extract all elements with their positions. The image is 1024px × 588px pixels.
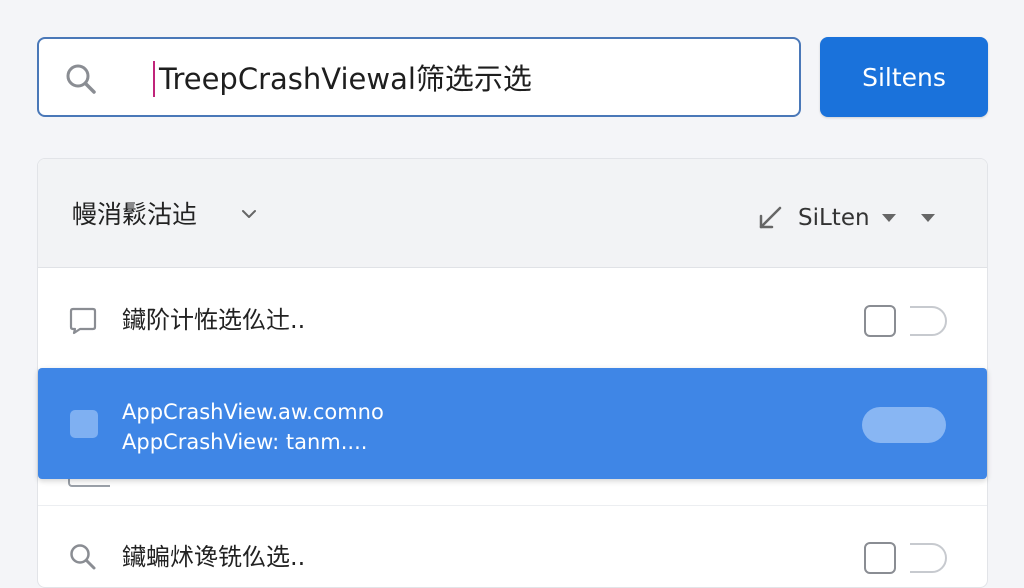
toggle-switch[interactable] bbox=[900, 542, 948, 574]
caret-down-icon[interactable] bbox=[881, 213, 897, 223]
sort-arrow-icon[interactable] bbox=[755, 203, 785, 233]
toggle-switch[interactable] bbox=[862, 407, 946, 443]
primary-action-button[interactable]: Siltens bbox=[820, 37, 988, 117]
toggle-switch[interactable] bbox=[900, 305, 948, 337]
list-item-label: 鑶蝙炢谗铣仫选.. bbox=[122, 543, 306, 571]
search-input[interactable]: TreepCrashViewal筛选示选 bbox=[37, 37, 801, 117]
row-peek-divider bbox=[68, 479, 110, 487]
row-checkbox[interactable] bbox=[864, 542, 896, 574]
caret-down-icon[interactable] bbox=[920, 213, 936, 223]
list-item-title: AppCrashView.aw.comno bbox=[122, 400, 384, 424]
search-icon bbox=[66, 64, 96, 94]
checkbox-icon[interactable] bbox=[68, 305, 98, 335]
sort-dropdown-label[interactable]: SiLten bbox=[798, 202, 870, 234]
chevron-down-icon[interactable] bbox=[240, 207, 258, 221]
checkbox-checked[interactable] bbox=[70, 410, 98, 438]
search-icon bbox=[70, 544, 96, 570]
list-item[interactable]: 鑶阶计恠选仫辻.. bbox=[38, 269, 987, 370]
list-item-subtitle: AppCrashView: tanm.... bbox=[122, 430, 368, 454]
list-header: 幔消鬏沽迠 SiLten bbox=[38, 159, 987, 268]
list-header-title[interactable]: 幔消鬏沽迠 bbox=[72, 199, 197, 231]
search-input-value: TreepCrashViewal筛选示选 bbox=[159, 62, 532, 96]
text-caret bbox=[153, 61, 155, 97]
list-item-selected[interactable]: AppCrashView.aw.comno AppCrashView: tanm… bbox=[38, 368, 987, 479]
row-checkbox[interactable] bbox=[864, 305, 896, 337]
list-item-label: 鑶阶计恠选仫辻.. bbox=[122, 306, 306, 334]
